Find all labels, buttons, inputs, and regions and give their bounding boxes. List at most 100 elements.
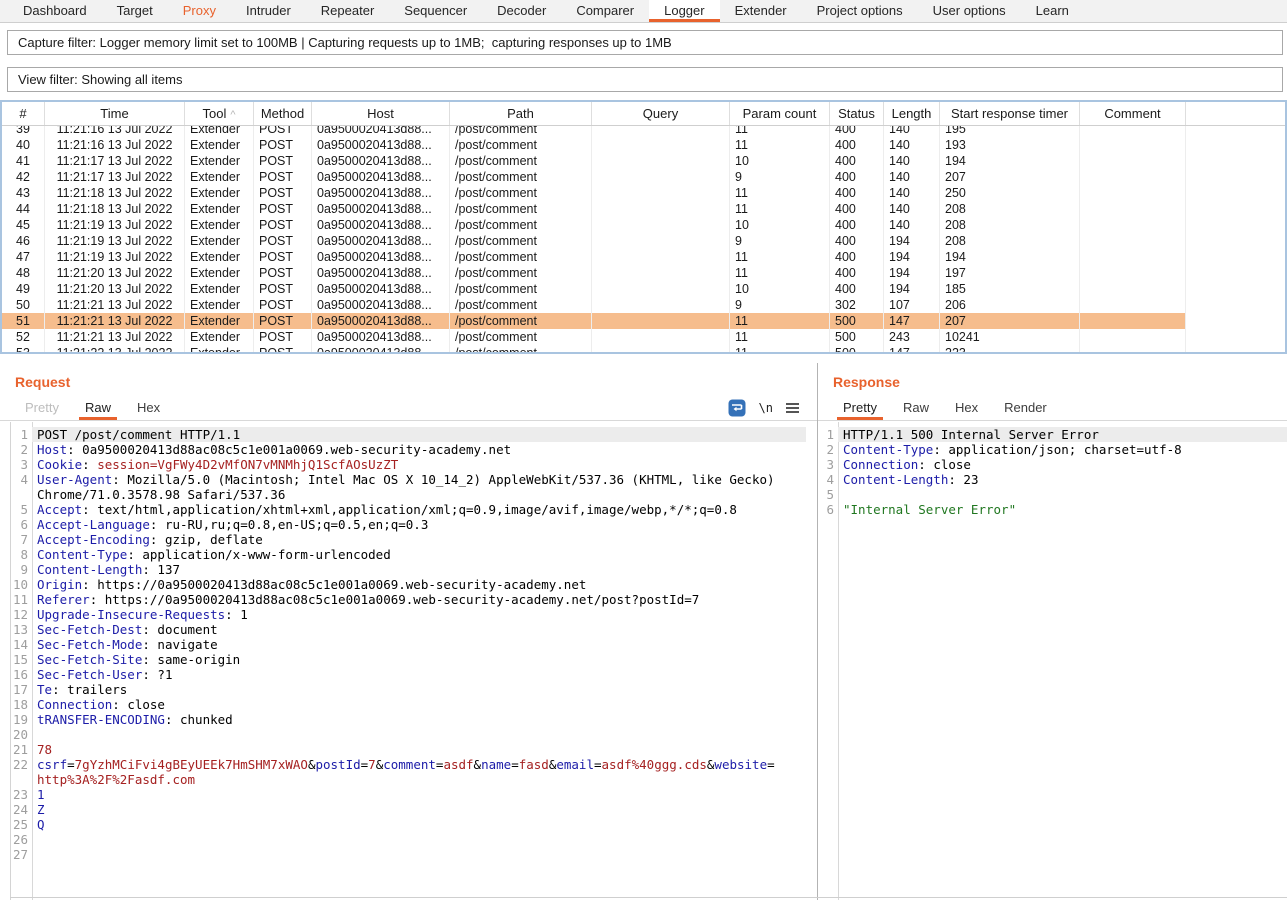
editor-line: 3Cookie: session=VgFWy4D2vMfON7vMNMhjQ1S… [11, 457, 806, 472]
log-row-39[interactable]: 3911:21:16 13 Jul 2022ExtenderPOST0a9500… [2, 126, 1285, 137]
log-row-51[interactable]: 5111:21:21 13 Jul 2022ExtenderPOST0a9500… [2, 313, 1285, 329]
log-row-42[interactable]: 4211:21:17 13 Jul 2022ExtenderPOST0a9500… [2, 169, 1285, 185]
log-row-44[interactable]: 4411:21:18 13 Jul 2022ExtenderPOST0a9500… [2, 201, 1285, 217]
response-tab-render[interactable]: Render [991, 396, 1060, 420]
cell-filler [1186, 169, 1285, 185]
cell-start_response_timer: 10241 [940, 329, 1080, 345]
log-table-header: #TimeTool^MethodHostPathQueryParam count… [2, 102, 1285, 126]
newline-toggle-icon[interactable]: \n [759, 401, 773, 415]
column-header-status[interactable]: Status [830, 102, 884, 125]
cell-tool: Extender [185, 281, 254, 297]
cell-tool: Extender [185, 249, 254, 265]
tab-dashboard[interactable]: Dashboard [8, 0, 102, 22]
cell-start_response_timer: 185 [940, 281, 1080, 297]
cell-query [592, 185, 730, 201]
log-row-45[interactable]: 4511:21:19 13 Jul 2022ExtenderPOST0a9500… [2, 217, 1285, 233]
tab-target[interactable]: Target [102, 0, 168, 22]
line-number: 16 [11, 667, 32, 682]
log-row-40[interactable]: 4011:21:16 13 Jul 2022ExtenderPOST0a9500… [2, 137, 1285, 153]
cell-query [592, 153, 730, 169]
column-header-start-response-timer[interactable]: Start response timer [940, 102, 1080, 125]
cell-path: /post/comment [450, 233, 592, 249]
tab-learn[interactable]: Learn [1021, 0, 1084, 22]
tab-sequencer[interactable]: Sequencer [389, 0, 482, 22]
cell-time: 11:21:18 13 Jul 2022 [45, 185, 185, 201]
cell-method: POST [254, 153, 312, 169]
log-row-46[interactable]: 4611:21:19 13 Jul 2022ExtenderPOST0a9500… [2, 233, 1285, 249]
response-tab-raw[interactable]: Raw [890, 396, 942, 420]
log-row-48[interactable]: 4811:21:20 13 Jul 2022ExtenderPOST0a9500… [2, 265, 1285, 281]
column-header-comment[interactable]: Comment [1080, 102, 1186, 125]
log-row-41[interactable]: 4111:21:17 13 Jul 2022ExtenderPOST0a9500… [2, 153, 1285, 169]
editor-menu-icon[interactable] [786, 403, 799, 413]
log-row-43[interactable]: 4311:21:18 13 Jul 2022ExtenderPOST0a9500… [2, 185, 1285, 201]
editor-line: 5 [819, 487, 1287, 502]
log-row-50[interactable]: 5011:21:21 13 Jul 2022ExtenderPOST0a9500… [2, 297, 1285, 313]
line-content: Content-Type: application/x-www-form-url… [32, 547, 806, 562]
editor-line: 231 [11, 787, 806, 802]
cell-filler [1186, 281, 1285, 297]
response-tab-hex[interactable]: Hex [942, 396, 991, 420]
cell-tool: Extender [185, 185, 254, 201]
log-row-49[interactable]: 4911:21:20 13 Jul 2022ExtenderPOST0a9500… [2, 281, 1285, 297]
cell-start_response_timer: 250 [940, 185, 1080, 201]
editor-line: 13Sec-Fetch-Dest: document [11, 622, 806, 637]
log-row-47[interactable]: 4711:21:19 13 Jul 2022ExtenderPOST0a9500… [2, 249, 1285, 265]
tab-extender[interactable]: Extender [720, 0, 802, 22]
cell-path: /post/comment [450, 329, 592, 345]
line-content: Host: 0a9500020413d88ac08c5c1e001a0069.w… [32, 442, 806, 457]
editor-line: 11Referer: https://0a9500020413d88ac08c5… [11, 592, 806, 607]
line-number: 20 [11, 727, 32, 742]
cell-method: POST [254, 185, 312, 201]
tab-proxy[interactable]: Proxy [168, 0, 231, 22]
response-tab-pretty[interactable]: Pretty [830, 396, 890, 420]
cell-comment [1080, 249, 1186, 265]
request-tab-pretty[interactable]: Pretty [12, 396, 72, 420]
cell-filler [1186, 126, 1285, 137]
request-pane: Request PrettyRawHex \n [0, 363, 818, 900]
line-content: Content-Length: 23 [838, 472, 1287, 487]
log-table-body: 3911:21:16 13 Jul 2022ExtenderPOST0a9500… [2, 126, 1285, 352]
column-header-query[interactable]: Query [592, 102, 730, 125]
view-filter-bar[interactable]: View filter: Showing all items [7, 67, 1283, 92]
request-tab-hex[interactable]: Hex [124, 396, 173, 420]
request-editor-lines: 1POST /post/comment HTTP/1.12Host: 0a950… [11, 422, 806, 862]
column-header-[interactable]: # [2, 102, 45, 125]
tab-user-options[interactable]: User options [918, 0, 1021, 22]
cell-host: 0a9500020413d88... [312, 126, 450, 137]
tab-intruder[interactable]: Intruder [231, 0, 306, 22]
log-row-53[interactable]: 5311:21:22 13 Jul 2022ExtenderPOST0a9500… [2, 345, 1285, 352]
wrap-toggle-icon[interactable] [728, 399, 746, 417]
column-header-tool[interactable]: Tool^ [185, 102, 254, 125]
request-tab-raw[interactable]: Raw [72, 396, 124, 420]
column-header-length[interactable]: Length [884, 102, 940, 125]
line-number: 9 [11, 562, 32, 577]
tab-decoder[interactable]: Decoder [482, 0, 561, 22]
column-header-path[interactable]: Path [450, 102, 592, 125]
request-editor[interactable]: 1POST /post/comment HTTP/1.12Host: 0a950… [10, 422, 806, 900]
column-header-method[interactable]: Method [254, 102, 312, 125]
tab-logger[interactable]: Logger [649, 0, 719, 22]
editor-line: 18Connection: close [11, 697, 806, 712]
capture-filter-bar[interactable]: Capture filter: Logger memory limit set … [7, 30, 1283, 55]
tab-repeater[interactable]: Repeater [306, 0, 389, 22]
cell-num: 52 [2, 329, 45, 345]
cell-host: 0a9500020413d88... [312, 281, 450, 297]
column-header-host[interactable]: Host [312, 102, 450, 125]
cell-path: /post/comment [450, 249, 592, 265]
line-number: 7 [11, 532, 32, 547]
cell-query [592, 265, 730, 281]
response-editor[interactable]: 1HTTP/1.1 500 Internal Server Error2Cont… [819, 422, 1287, 900]
cell-method: POST [254, 217, 312, 233]
log-row-52[interactable]: 5211:21:21 13 Jul 2022ExtenderPOST0a9500… [2, 329, 1285, 345]
column-header-param-count[interactable]: Param count [730, 102, 830, 125]
cell-tool: Extender [185, 153, 254, 169]
cell-status: 400 [830, 201, 884, 217]
cell-status: 400 [830, 249, 884, 265]
line-number: 18 [11, 697, 32, 712]
cell-filler [1186, 217, 1285, 233]
tab-project-options[interactable]: Project options [802, 0, 918, 22]
tab-comparer[interactable]: Comparer [561, 0, 649, 22]
cell-tool: Extender [185, 313, 254, 329]
column-header-time[interactable]: Time [45, 102, 185, 125]
